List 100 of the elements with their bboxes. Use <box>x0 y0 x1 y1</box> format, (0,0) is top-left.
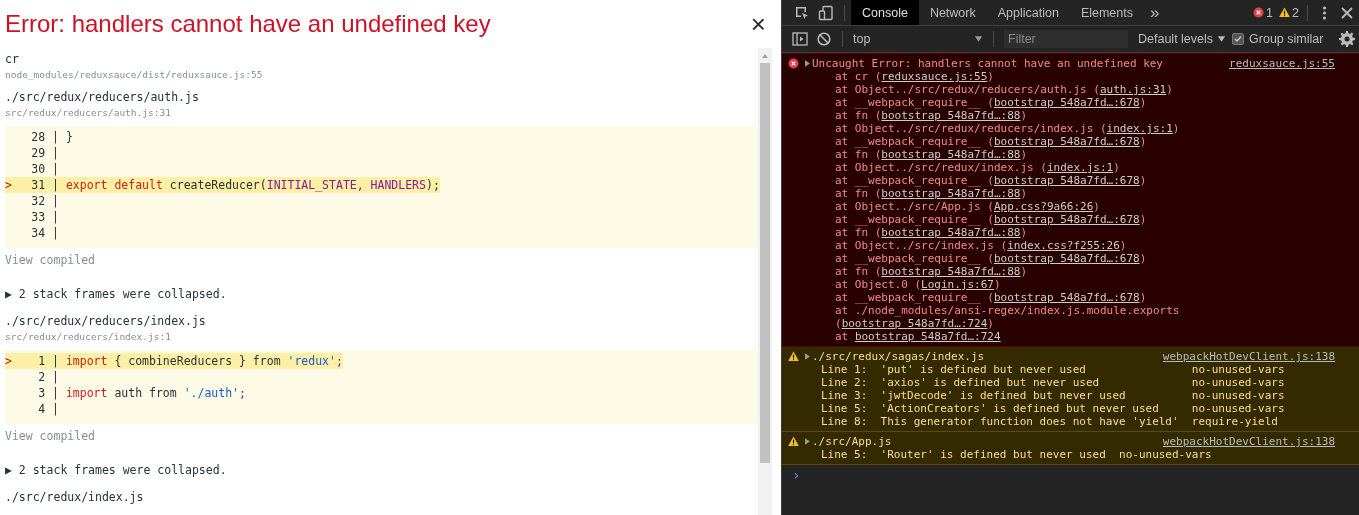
sidebar-toggle-icon[interactable] <box>792 31 808 47</box>
stack-line: at __webpack_require__ (bootstrap 548a7fd…:678) <box>834 291 1148 304</box>
stack-line: at fn (bootstrap 548a7fd…:88) <box>834 109 1029 122</box>
code-text: import { combineReducers } from 'redux'; <box>65 353 343 369</box>
current-line-marker: > <box>5 354 12 368</box>
levels-dropdown[interactable]: Default levels <box>1132 32 1233 46</box>
source-link[interactable]: Login.js:67 <box>921 278 994 291</box>
source-link[interactable]: App.css?9a66:26 <box>993 200 1094 213</box>
expand-triangle-icon[interactable] <box>805 438 810 445</box>
source-link[interactable]: webpackHotDevClient.js:138 <box>1162 435 1335 448</box>
lint-rule: no-unused-vars <box>1191 363 1285 376</box>
settings-icon[interactable] <box>1339 31 1355 47</box>
lint-message: Line 5: 'ActionCreators' is defined but never used <box>821 402 1160 415</box>
clear-console-icon[interactable] <box>816 31 832 47</box>
frame-location: src/redux/reducers/auth.js:31 <box>5 106 172 120</box>
frame-name: cr <box>5 52 20 67</box>
lint-rule: no-unused-vars <box>1191 389 1285 402</box>
view-compiled-link[interactable]: View compiled <box>5 253 95 267</box>
source-link[interactable]: bootstrap 548a7fd…:678 <box>993 135 1140 148</box>
source-link[interactable]: auth.js:31 <box>1099 83 1167 96</box>
stack-line: at Object.0 (Login.js:67) <box>834 278 1002 291</box>
more-tabs-button[interactable]: » <box>1144 2 1166 23</box>
source-link[interactable]: bootstrap 548a7fd…:724 <box>841 317 988 330</box>
source-link[interactable]: index.css?f255:26 <box>1007 239 1120 252</box>
collapsed-frames-toggle[interactable]: ▶ 2 stack frames were collapsed. <box>5 287 227 301</box>
line-number: 29 | <box>30 145 60 161</box>
stack-line: at Object../src/redux/reducers/index.js (index.js:1) <box>834 122 1181 135</box>
line-number: 33 | <box>30 209 60 225</box>
stack-line: at bootstrap 548a7fd…:724 <box>834 330 1002 343</box>
collapsed-frames-toggle[interactable]: ▶ 2 stack frames were collapsed. <box>5 463 227 477</box>
stack-line: at __webpack_require__ (bootstrap 548a7fd…:678) <box>834 96 1148 109</box>
stack-line: at Object../src/redux/reducers/auth.js (auth.js:31) <box>834 83 1174 96</box>
code-text: } <box>65 129 73 145</box>
devtools-tab[interactable]: Console <box>851 0 919 25</box>
stack-line: at fn (bootstrap 548a7fd…:88) <box>834 187 1029 200</box>
frame-location: src/redux/reducers/index.js:1 <box>5 330 172 344</box>
lint-message: Line 5: 'Router' is defined but never used <box>821 448 1106 461</box>
lint-message: Line 2: 'axios' is defined but never used <box>821 376 1101 389</box>
stack-line: at cr (reduxsauce.js:55) <box>834 70 995 83</box>
group-similar-checkbox[interactable] <box>1232 33 1245 45</box>
stack-line: at __webpack_require__ (bootstrap 548a7fd…:678) <box>834 174 1148 187</box>
close-icon[interactable] <box>1339 4 1355 21</box>
devtools-tab[interactable]: Elements <box>1069 0 1144 25</box>
devtools-tab[interactable]: Application <box>986 0 1070 25</box>
source-link[interactable]: bootstrap 548a7fd…:678 <box>993 291 1140 304</box>
error-count[interactable]: 1 <box>1266 5 1274 20</box>
stack-line: at fn (bootstrap 548a7fd…:88) <box>834 148 1029 161</box>
frame-name: ./src/redux/index.js <box>5 490 145 505</box>
expand-triangle-icon[interactable] <box>805 60 810 67</box>
lint-rule: no-unused-vars <box>1191 402 1285 415</box>
context-dropdown[interactable]: top <box>849 32 987 46</box>
frame-location: node_modules/reduxsauce/dist/reduxsauce.js:55 <box>5 68 264 82</box>
source-link[interactable]: bootstrap 548a7fd…:88 <box>881 148 1021 161</box>
lint-rule: no-unused-vars <box>1191 376 1285 389</box>
source-link[interactable]: bootstrap 548a7fd…:88 <box>881 265 1021 278</box>
source-link[interactable]: index.js:1 <box>1106 122 1173 135</box>
source-link[interactable]: bootstrap 548a7fd…:678 <box>993 213 1140 226</box>
expand-triangle-icon[interactable] <box>805 353 810 360</box>
inspect-icon[interactable] <box>794 4 810 21</box>
warning-count[interactable]: 2 <box>1292 5 1299 20</box>
source-link[interactable]: index.js:1 <box>1046 161 1114 174</box>
source-link[interactable]: bootstrap 548a7fd…:678 <box>993 174 1140 187</box>
console-prompt[interactable]: › <box>792 467 801 483</box>
code-text: export default createReducer(INITIAL_STATE, HANDLERS); <box>65 177 440 193</box>
devtools-tab[interactable]: Network <box>918 0 987 25</box>
source-link[interactable]: reduxsauce.js:55 <box>881 70 988 83</box>
warning-icon <box>1279 7 1291 18</box>
lint-rule: require-yield <box>1191 415 1279 428</box>
filter-field[interactable]: Filter <box>1004 30 1128 48</box>
group-similar-label[interactable]: Group similar <box>1249 32 1324 46</box>
source-link[interactable]: webpackHotDevClient.js:138 <box>1162 350 1335 363</box>
source-link[interactable]: bootstrap 548a7fd…:88 <box>881 226 1021 239</box>
line-number: 34 | <box>30 225 60 241</box>
scrollbar[interactable] <box>758 48 772 515</box>
dropdown-arrow-icon <box>1217 35 1227 43</box>
lint-rule: no-unused-vars <box>1119 448 1212 461</box>
line-number: 28 | <box>30 129 60 145</box>
lint-message: Line 1: 'put' is defined but never used <box>821 363 1087 376</box>
stack-line: at __webpack_require__ (bootstrap 548a7fd…:678) <box>834 135 1148 148</box>
source-link[interactable]: reduxsauce.js:55 <box>1229 57 1335 70</box>
lint-message: Line 3: 'jwtDecode' is defined but never used <box>821 389 1127 402</box>
source-link[interactable]: bootstrap 548a7fd…:724 <box>854 330 1001 343</box>
error-icon <box>788 58 799 69</box>
line-number: 31 | <box>23 177 66 193</box>
source-link[interactable]: bootstrap 548a7fd…:678 <box>993 96 1140 109</box>
line-number: 1 | <box>23 353 66 369</box>
warning-icon <box>788 436 799 447</box>
message-text: Uncaught Error: handlers cannot have an undefined key <box>812 57 1164 70</box>
source-link[interactable]: bootstrap 548a7fd…:678 <box>993 252 1140 265</box>
lint-message: Line 8: This generator function does not have 'yield' <box>821 415 1179 428</box>
stack-line: at Object../src/redux/index.js (index.js:1) <box>834 161 1121 174</box>
warning-icon <box>788 351 799 362</box>
view-compiled-link[interactable]: View compiled <box>5 429 95 443</box>
device-icon[interactable] <box>818 4 834 21</box>
close-button[interactable]: × <box>746 11 770 37</box>
source-link[interactable]: bootstrap 548a7fd…:88 <box>881 187 1021 200</box>
code-text: import auth from './auth'; <box>65 385 246 401</box>
dropdown-arrow-icon <box>974 35 983 43</box>
more-options-icon[interactable] <box>1322 4 1327 21</box>
source-link[interactable]: bootstrap 548a7fd…:88 <box>881 109 1021 122</box>
